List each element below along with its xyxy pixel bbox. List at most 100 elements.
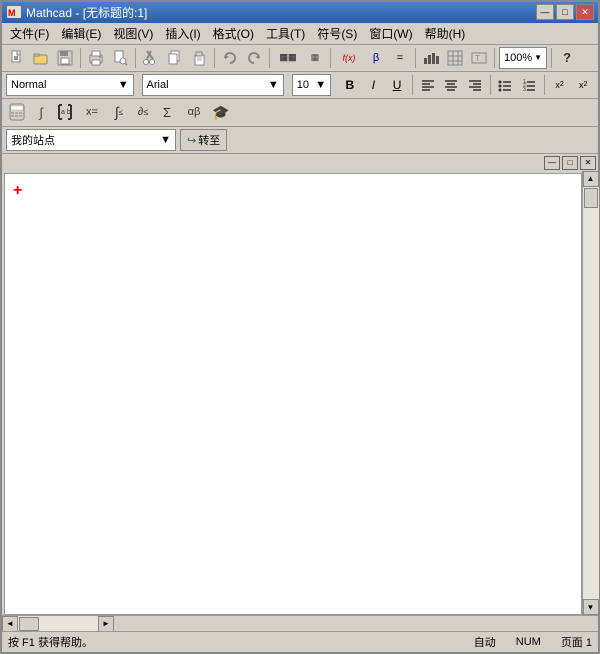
- zoom-dropdown[interactable]: 100% ▼: [499, 47, 547, 69]
- title-controls: — □ ✕: [536, 4, 594, 20]
- style-dropdown[interactable]: Normal ▼: [6, 74, 134, 96]
- resource-center-button[interactable]: ▦▦: [274, 47, 302, 69]
- separator2: [135, 48, 136, 68]
- menu-bar: 文件(F) 编辑(E) 视图(V) 插入(I) 格式(O) 工具(T) 符号(S…: [2, 23, 598, 45]
- chart-button[interactable]: [420, 47, 442, 69]
- style-value: Normal: [11, 79, 46, 91]
- calculator-button[interactable]: [6, 101, 28, 123]
- goto-label: 转至: [198, 132, 220, 148]
- menu-symbol[interactable]: 符号(S): [311, 23, 363, 44]
- status-numlock: NUM: [516, 636, 541, 648]
- fx-button[interactable]: f(x): [335, 47, 363, 69]
- font-dropdown[interactable]: Arial ▼: [142, 74, 284, 96]
- h-scroll-thumb[interactable]: [19, 617, 39, 631]
- redo-button[interactable]: [243, 47, 265, 69]
- svg-text:3.: 3.: [523, 87, 527, 92]
- help-resource-button[interactable]: 🎓: [210, 101, 232, 123]
- size-dropdown-arrow: ▼: [315, 79, 326, 91]
- table-button[interactable]: [444, 47, 466, 69]
- menu-window[interactable]: 窗口(W): [363, 23, 418, 44]
- main-window: M Mathcad - [无标题的:1] — □ ✕ 文件(F) 编辑(E) 视…: [0, 0, 600, 654]
- status-page: 页面 1: [561, 634, 592, 650]
- paste-button[interactable]: [188, 47, 210, 69]
- separator5: [330, 48, 331, 68]
- minimize-button[interactable]: —: [536, 4, 554, 20]
- inner-minimize-button[interactable]: —: [544, 156, 560, 170]
- solve-button[interactable]: x=: [78, 101, 106, 123]
- scroll-down-button[interactable]: ▼: [583, 599, 599, 615]
- menu-tools[interactable]: 工具(T): [260, 23, 311, 44]
- scroll-left-button[interactable]: ◄: [2, 616, 18, 632]
- bold-button[interactable]: B: [339, 74, 361, 96]
- new-button[interactable]: [6, 47, 28, 69]
- title-text: Mathcad - [无标题的:1]: [26, 4, 147, 21]
- bottom-bar: ◄ ►: [2, 615, 598, 631]
- open-button[interactable]: [30, 47, 52, 69]
- align-left-button[interactable]: [417, 74, 439, 96]
- status-bar: 按 F1 获得帮助。 自动 NUM 页面 1: [2, 631, 598, 652]
- cut-button[interactable]: [140, 47, 162, 69]
- print-button[interactable]: [85, 47, 107, 69]
- separator10: [490, 75, 491, 95]
- integral-button[interactable]: ∫≤: [108, 101, 130, 123]
- scroll-right-button[interactable]: ►: [98, 616, 114, 632]
- italic-button[interactable]: I: [363, 74, 385, 96]
- help-button[interactable]: ?: [556, 47, 578, 69]
- menu-edit[interactable]: 编辑(E): [55, 23, 107, 44]
- equals-button[interactable]: =: [389, 47, 411, 69]
- align-right-button[interactable]: [464, 74, 486, 96]
- zoom-dropdown-arrow: ▼: [534, 53, 542, 62]
- scroll-up-button[interactable]: ▲: [583, 171, 599, 187]
- beta-button[interactable]: β: [365, 47, 387, 69]
- toolbar3: ∫ a b x= ∫≤ ∂≤ Σ αβ 🎓: [2, 99, 598, 127]
- h-scroll-track[interactable]: [18, 616, 98, 632]
- scroll-track[interactable]: [583, 187, 599, 599]
- separator4: [269, 48, 270, 68]
- matrix-button[interactable]: a b: [54, 101, 76, 123]
- address-input[interactable]: 我的站点 ▼: [6, 129, 176, 151]
- maximize-button[interactable]: □: [556, 4, 574, 20]
- superscript-button[interactable]: x2: [549, 74, 571, 96]
- textbox-button[interactable]: T: [468, 47, 490, 69]
- status-right: 自动 NUM 页面 1: [474, 634, 592, 650]
- address-value: 我的站点: [11, 132, 55, 148]
- app-icon: M: [6, 4, 22, 20]
- underline-button[interactable]: U: [386, 74, 408, 96]
- menu-format[interactable]: 格式(O): [207, 23, 260, 44]
- menu-file[interactable]: 文件(F): [4, 23, 55, 44]
- graph-button[interactable]: ∫: [30, 101, 52, 123]
- menu-help[interactable]: 帮助(H): [419, 23, 472, 44]
- inner-close-button[interactable]: ✕: [580, 156, 596, 170]
- content-area[interactable]: +: [4, 173, 582, 615]
- status-help-text: 按 F1 获得帮助。: [8, 634, 93, 650]
- svg-text:a b: a b: [61, 109, 71, 116]
- address-bar: 我的站点 ▼ ↪ 转至: [2, 127, 598, 154]
- insert-cursor: +: [13, 182, 22, 200]
- font-value: Arial: [147, 79, 169, 91]
- greek-button[interactable]: αβ: [180, 101, 208, 123]
- bullet-list-button[interactable]: [495, 74, 517, 96]
- menu-insert[interactable]: 插入(I): [159, 23, 206, 44]
- goto-button[interactable]: ↪ 转至: [180, 129, 227, 151]
- math-button[interactable]: ▦: [304, 47, 326, 69]
- print-preview-button[interactable]: [109, 47, 131, 69]
- status-mode: 自动: [474, 634, 496, 650]
- undo-button[interactable]: [219, 47, 241, 69]
- subscript-button[interactable]: x2: [572, 74, 594, 96]
- close-button[interactable]: ✕: [576, 4, 594, 20]
- svg-text:M: M: [8, 8, 16, 18]
- num-list-button[interactable]: 1.2.3.: [518, 74, 540, 96]
- toolbar1: ▦▦ ▦ f(x) β = T 100% ▼ ?: [2, 45, 598, 72]
- address-dropdown-arrow: ▼: [160, 134, 171, 146]
- menu-view[interactable]: 视图(V): [107, 23, 159, 44]
- save-button[interactable]: [54, 47, 76, 69]
- goto-icon: ↪: [187, 134, 196, 147]
- separator8: [551, 48, 552, 68]
- copy-button[interactable]: [164, 47, 186, 69]
- summation-button[interactable]: Σ: [156, 101, 178, 123]
- size-dropdown[interactable]: 10 ▼: [292, 74, 331, 96]
- scroll-thumb[interactable]: [584, 188, 598, 208]
- conditional-button[interactable]: ∂≤: [132, 101, 154, 123]
- inner-maximize-button[interactable]: □: [562, 156, 578, 170]
- align-center-button[interactable]: [440, 74, 462, 96]
